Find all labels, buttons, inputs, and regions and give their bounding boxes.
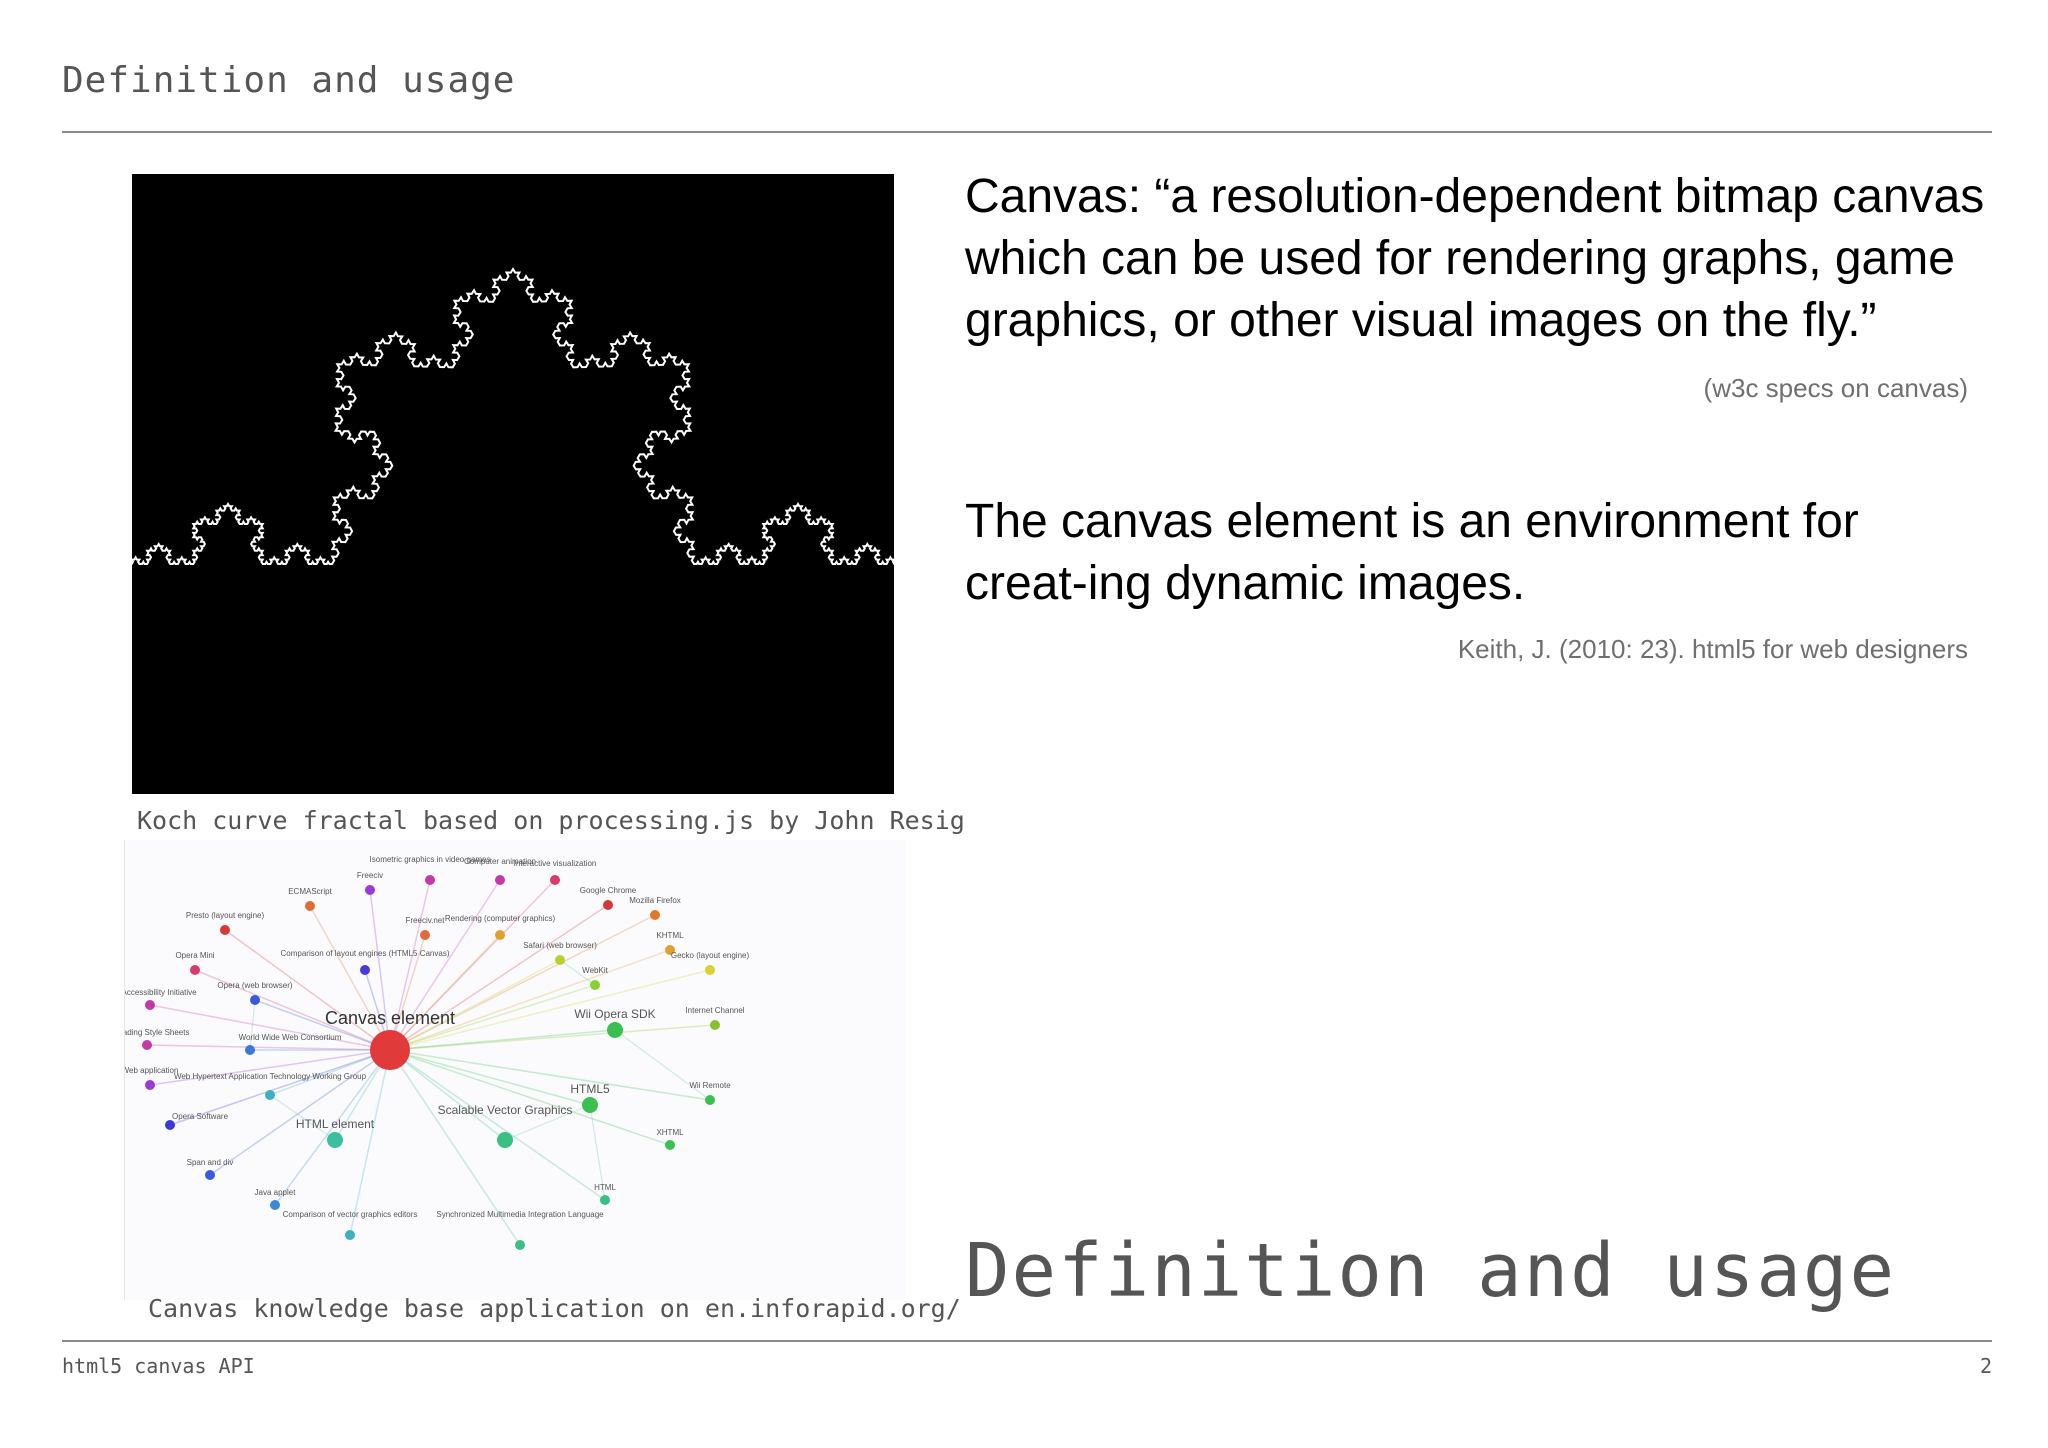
section-title: Definition and usage (965, 1228, 1897, 1314)
graph-node (607, 1022, 623, 1038)
graph-node-label: HTML element (296, 1117, 375, 1131)
footer-deck-title: html5 canvas API (62, 1354, 255, 1378)
graph-node (705, 1095, 715, 1105)
graph-node (425, 875, 435, 885)
graph-node-label: Comparison of vector graphics editors (283, 1210, 418, 1219)
graph-node (270, 1200, 280, 1210)
graph-node-label: Scalable Vector Graphics (438, 1103, 573, 1117)
graph-node (145, 1080, 155, 1090)
graph-node-label: Mozilla Firefox (629, 896, 681, 905)
graph-node (555, 955, 565, 965)
header-divider (62, 131, 1992, 133)
graph-node-label: Internet Channel (685, 1006, 744, 1015)
graph-node (495, 930, 505, 940)
graph-node (250, 995, 260, 1005)
graph-node-label: Rendering (computer graphics) (445, 914, 556, 923)
graph-node (220, 925, 230, 935)
graph-node-label: Comparison of layout engines (HTML5 Canv… (281, 949, 450, 958)
graph-edge (224, 929, 391, 1051)
graph-edge (389, 1049, 671, 1146)
graph-node (205, 1170, 215, 1180)
graph-node-label: Wii Remote (689, 1081, 731, 1090)
graph-node-label: Wii Opera SDK (574, 1007, 655, 1021)
graph-node-label: World Wide Web Consortium (239, 1033, 342, 1042)
graph-edge (389, 1049, 606, 1201)
graph-node (497, 1132, 513, 1148)
graph-node (710, 1020, 720, 1030)
knowledge-graph-image: Isometric graphics in video games Compute… (124, 840, 905, 1300)
koch-fractal-image (132, 174, 894, 794)
graph-node-label: Java applet (255, 1188, 297, 1197)
canvas-definition-quote: Canvas: “a resolution-dependent bitmap c… (965, 170, 1985, 347)
graph-edge (309, 905, 391, 1051)
graph-node-label: KHTML (656, 931, 684, 940)
graph-node-label: Opera Mini (175, 951, 214, 960)
graph-node (600, 1195, 610, 1205)
graph-node (265, 1090, 275, 1100)
graph-node-label: Freeciv.net (406, 916, 446, 925)
footer-divider (62, 1340, 1992, 1342)
quote-source-w3c: (w3c specs on canvas) (1703, 373, 1968, 403)
graph-node (650, 910, 660, 920)
graph-central-node (370, 1030, 410, 1070)
graph-node-label: Web Accessibility Initiative (125, 988, 197, 997)
graph-node-label: ECMAScript (288, 887, 332, 896)
graph-node (365, 885, 375, 895)
graph-node (360, 965, 370, 975)
graph-node (305, 901, 315, 911)
graph-node-label: Cascading Style Sheets (125, 1028, 189, 1037)
graph-node-label: Span and div (187, 1158, 234, 1167)
graph-node (550, 875, 560, 885)
koch-curve (132, 267, 894, 565)
graph-node-label: Opera Software (172, 1112, 229, 1121)
quote-source-keith: Keith, J. (2010: 23). html5 for web desi… (1457, 634, 1968, 664)
graph-node-label: Safari (web browser) (523, 941, 597, 950)
graph-node (345, 1230, 355, 1240)
graph-node-label: Presto (layout engine) (186, 911, 265, 920)
graph-node-label: HTML (594, 1183, 616, 1192)
koch-image-caption: Koch curve fractal based on processing.j… (137, 806, 965, 835)
graph-edges (146, 879, 716, 1246)
graph-node (165, 1120, 175, 1130)
graph-image-caption: Canvas knowledge base application on en.… (148, 1294, 961, 1323)
graph-edge (389, 1049, 506, 1141)
page-number: 2 (1979, 1354, 1992, 1378)
graph-node (590, 980, 600, 990)
page-header-title: Definition and usage (62, 60, 516, 101)
graph-node (245, 1045, 255, 1055)
graph-edge (389, 1049, 711, 1101)
graph-node (495, 875, 505, 885)
graph-node-label: WebKit (582, 966, 608, 975)
graph-node-label: Gecko (layout engine) (671, 951, 750, 960)
graph-edge (389, 904, 609, 1051)
canvas-environment-quote: The canvas element is an environment for… (965, 495, 1859, 610)
graph-node (327, 1132, 343, 1148)
graph-central-label: Canvas element (325, 1008, 455, 1028)
graph-node (142, 1040, 152, 1050)
graph-node (190, 965, 200, 975)
graph-node-label: Google Chrome (580, 886, 637, 895)
graph-node-label: XHTML (656, 1128, 684, 1137)
graph-edge (209, 1049, 391, 1176)
graph-node-label: Opera (web browser) (217, 981, 292, 990)
graph-node-label: HTML5 (570, 1082, 610, 1096)
graph-node (603, 900, 613, 910)
graph-node (145, 1000, 155, 1010)
graph-node-label: Web application (125, 1066, 178, 1075)
graph-node (665, 1140, 675, 1150)
graph-node-label: Synchronized Multimedia Integration Lang… (436, 1210, 604, 1219)
graph-node (515, 1240, 525, 1250)
graph-node-label: Freeciv (357, 871, 383, 880)
graph-node-label: Web Hypertext Application Technology Wor… (174, 1072, 367, 1081)
graph-node (420, 930, 430, 940)
graph-node-label: Interactive visualization (514, 859, 597, 868)
graph-node (705, 965, 715, 975)
graph-edge (389, 1049, 591, 1106)
graph-edge (389, 949, 671, 1051)
graph-node (582, 1097, 598, 1113)
